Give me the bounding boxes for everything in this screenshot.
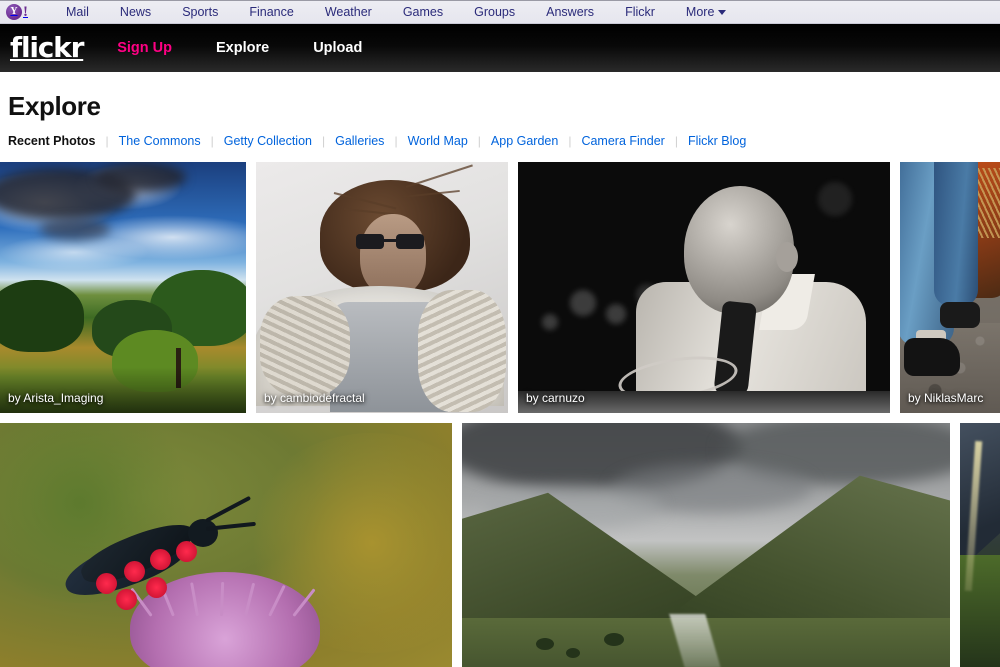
subnav-separator: | <box>321 133 326 148</box>
subnav-recent-photos[interactable]: Recent Photos <box>8 134 96 148</box>
bush-shape <box>536 637 554 650</box>
hair-wisp <box>405 164 473 188</box>
leg-shape <box>934 161 978 306</box>
sunglasses-icon <box>356 233 424 249</box>
explore-link[interactable]: Explore <box>216 40 269 56</box>
bokeh-light <box>606 303 626 324</box>
photo-row <box>0 422 1000 667</box>
subnav-flickr-blog[interactable]: Flickr Blog <box>688 134 746 148</box>
moth-head-shape <box>188 518 218 547</box>
explore-subnav: Recent Photos | The Commons | Getty Coll… <box>8 134 1000 148</box>
subnav-separator: | <box>674 133 678 148</box>
shadow-overlay <box>0 366 246 413</box>
yahoo-bang-icon: ! <box>23 4 28 20</box>
yahoo-nav-weather[interactable]: Weather <box>325 5 372 19</box>
subnav-separator: | <box>568 133 572 148</box>
yahoo-nav-games[interactable]: Games <box>403 5 443 19</box>
photo-thumbnail[interactable]: by Arista_Imaging <box>0 161 246 413</box>
bridge-shape <box>384 238 396 242</box>
yahoo-nav: Mail News Sports Finance Weather Games G… <box>54 5 727 19</box>
subnav-separator: | <box>105 133 109 148</box>
photo-thumbnail[interactable]: by NiklasMarc <box>900 161 1000 413</box>
chevron-down-icon <box>718 9 727 15</box>
subnav-world-map[interactable]: World Map <box>408 134 468 148</box>
yahoo-nav-news[interactable]: News <box>120 5 151 19</box>
wing-spot <box>150 548 171 570</box>
subnav-separator: | <box>394 133 398 148</box>
yahoo-nav-mail[interactable]: Mail <box>66 5 89 19</box>
bush-shape <box>566 647 580 658</box>
yahoo-nav-answers[interactable]: Answers <box>546 5 594 19</box>
subnav-separator: | <box>210 133 214 148</box>
shoe-shape <box>904 337 960 376</box>
yahoo-nav-more[interactable]: More <box>685 5 727 19</box>
tree-shape <box>0 279 84 352</box>
photo-byline: by cambiodefractal <box>264 390 365 405</box>
bush-shape <box>604 632 624 646</box>
photo-thumbnail[interactable] <box>960 422 1000 667</box>
yahoo-nav-more-label: More <box>685 5 715 19</box>
bokeh-light <box>570 289 596 316</box>
yahoo-nav-finance[interactable]: Finance <box>249 5 293 19</box>
flickr-logo[interactable]: flickr <box>10 34 84 62</box>
photo-byline: by NiklasMarc <box>908 390 984 405</box>
wing-spot <box>146 576 167 598</box>
yahoo-toolbar: Y ! Mail News Sports Finance Weather Gam… <box>0 0 1000 24</box>
upload-link[interactable]: Upload <box>313 40 362 56</box>
knit-texture <box>418 289 506 412</box>
wing-spot <box>116 588 137 610</box>
yahoo-nav-sports[interactable]: Sports <box>182 5 218 19</box>
yahoo-nav-groups[interactable]: Groups <box>474 5 515 19</box>
subnav-app-garden[interactable]: App Garden <box>491 134 558 148</box>
lens-shape <box>396 233 424 249</box>
bokeh-light <box>818 181 852 216</box>
photo-thumbnail[interactable]: by carnuzo <box>518 161 890 413</box>
bokeh-light <box>542 313 558 330</box>
subnav-getty-collection[interactable]: Getty Collection <box>224 134 312 148</box>
knit-texture <box>260 295 350 396</box>
sign-up-link[interactable]: Sign Up <box>117 40 172 56</box>
flickr-header: flickr Sign Up Explore Upload <box>0 24 1000 72</box>
flickr-nav: Sign Up Explore Upload <box>117 40 406 56</box>
cloud-shape <box>96 161 186 192</box>
photo-thumbnail[interactable]: by cambiodefractal <box>256 161 508 413</box>
wing-spot <box>96 572 117 594</box>
face-shape <box>360 213 426 296</box>
yahoo-y-icon: Y <box>6 4 22 20</box>
photo-byline: by carnuzo <box>526 390 585 405</box>
subnav-separator: | <box>477 133 481 148</box>
subnav-the-commons[interactable]: The Commons <box>119 134 201 148</box>
photo-row: by Arista_Imaging by cambiodefractal by … <box>0 161 1000 413</box>
explore-header-section: Explore Recent Photos | The Commons | Ge… <box>0 72 1000 148</box>
page-title: Explore <box>8 91 101 121</box>
photo-thumbnail[interactable] <box>462 422 950 667</box>
subnav-camera-finder[interactable]: Camera Finder <box>581 134 664 148</box>
ear-shape <box>776 241 798 272</box>
yahoo-nav-flickr[interactable]: Flickr <box>625 5 655 19</box>
cloud-shape <box>40 217 110 240</box>
photo-byline: by Arista_Imaging <box>8 390 104 405</box>
lens-shape <box>356 233 384 249</box>
photo-thumbnail[interactable] <box>0 422 452 667</box>
shoe-shape <box>940 301 980 328</box>
yahoo-logo[interactable]: Y ! <box>6 4 40 21</box>
subnav-galleries[interactable]: Galleries <box>335 134 384 148</box>
wing-spot <box>124 560 145 582</box>
photo-grid: by Arista_Imaging by cambiodefractal by … <box>0 161 1000 667</box>
